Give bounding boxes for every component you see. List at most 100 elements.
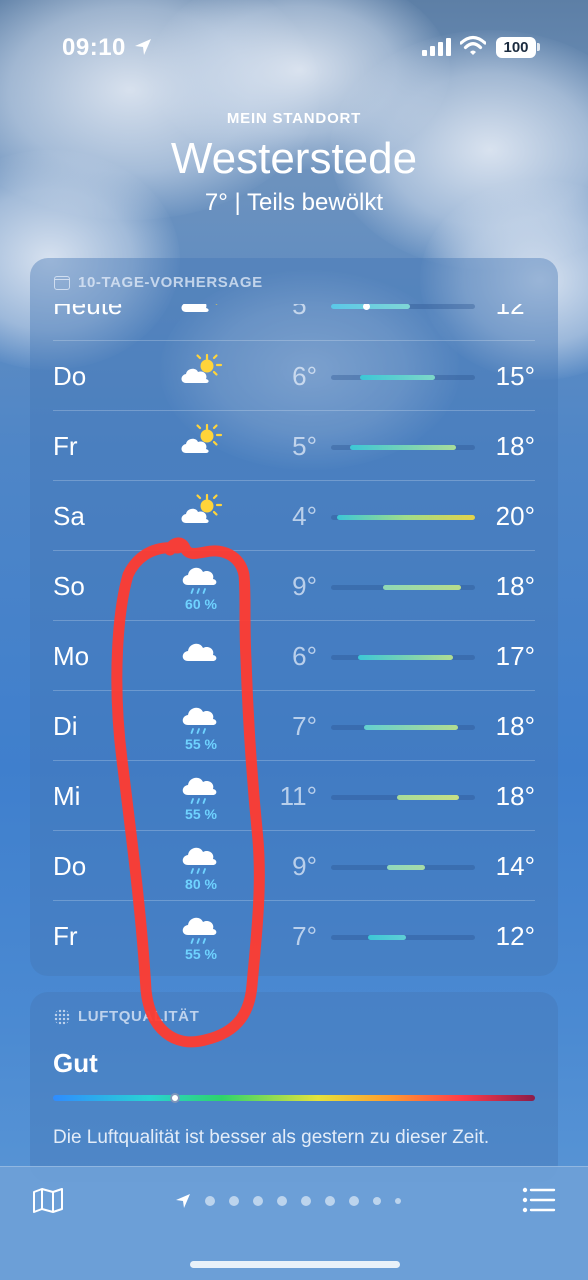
clock: 09:10	[62, 34, 126, 61]
precipitation-chance: 55 %	[185, 806, 217, 822]
temperature-range-bar	[331, 515, 475, 520]
forecast-day: Do	[53, 361, 87, 391]
high-temp: 20°	[495, 501, 535, 531]
forecast-row[interactable]: Heute 5° 12°	[53, 304, 535, 340]
forecast-row[interactable]: Sa 4° 20°	[53, 480, 535, 550]
forecast-row[interactable]: So 60 % 9° 18°	[53, 550, 535, 620]
low-temp: 11°	[279, 781, 317, 811]
precipitation-chance: 80 %	[185, 876, 217, 892]
page-dot[interactable]	[349, 1196, 359, 1206]
forecast-day: So	[53, 571, 85, 601]
temperature-range-fill	[349, 445, 457, 450]
forecast-day: Sa	[53, 501, 85, 531]
air-quality-card[interactable]: LUFTQUALITÄT Gut Die Luftqualität ist be…	[30, 992, 558, 1182]
location-label: MEIN STANDORT	[226, 110, 362, 127]
forecast-title: 10-TAGE-VORHERSAGE	[78, 274, 263, 291]
air-quality-value: Gut	[53, 1048, 98, 1078]
forecast-row[interactable]: Mi 55 % 11° 18°	[53, 760, 535, 830]
cellular-signal-icon	[422, 38, 451, 56]
rain-cloud-icon	[179, 773, 223, 807]
forecast-day: Mi	[53, 781, 81, 811]
city-name: Westerstede	[170, 134, 418, 183]
air-quality-description: Die Luftqualität ist besser als gestern …	[53, 1127, 490, 1148]
low-temp: 5°	[292, 431, 317, 461]
battery-tip	[537, 43, 540, 51]
low-temp: 6°	[292, 361, 317, 391]
air-quality-header: LUFTQUALITÄT	[54, 1008, 199, 1025]
forecast-day: Do	[53, 851, 87, 881]
current-location-icon	[176, 1194, 190, 1208]
forecast-day: Mo	[53, 641, 90, 671]
partly-sunny-icon	[179, 304, 223, 316]
low-temp: 4°	[292, 501, 317, 531]
low-temp: 6°	[292, 641, 317, 671]
current-condition: 7° | Teils bewölkt	[204, 189, 384, 216]
air-quality-marker	[170, 1093, 180, 1103]
forecast-row[interactable]: Fr 55 % 7° 12°	[53, 900, 535, 970]
low-temp: 9°	[292, 851, 317, 881]
page-dot[interactable]	[301, 1196, 311, 1206]
page-dot[interactable]	[205, 1196, 215, 1206]
temperature-range-fill	[336, 515, 475, 520]
temperature-range-fill	[397, 795, 460, 800]
temperature-range-fill	[358, 655, 454, 660]
temperature-range-bar	[331, 445, 475, 450]
high-temp: 18°	[495, 431, 535, 461]
page-dot[interactable]	[253, 1196, 263, 1206]
partly-sunny-icon	[179, 493, 223, 527]
page-dot[interactable]	[373, 1197, 381, 1205]
calendar-icon	[54, 275, 70, 290]
status-bar: 09:10 100	[0, 0, 588, 96]
high-temp: 18°	[495, 711, 535, 741]
temperature-range-bar	[331, 585, 475, 590]
page-dot[interactable]	[325, 1196, 335, 1206]
temperature-range-bar	[331, 935, 475, 940]
temperature-range-bar	[331, 725, 475, 730]
high-temp: 17°	[495, 641, 535, 671]
low-temp: 9°	[292, 571, 317, 601]
temperature-range-bar	[331, 304, 475, 310]
low-temp: 7°	[292, 921, 317, 951]
precipitation-chance: 55 %	[185, 946, 217, 962]
forecast-row[interactable]: Do 6° 15°	[53, 340, 535, 410]
temperature-range-bar	[331, 865, 475, 870]
map-icon[interactable]	[32, 1187, 64, 1213]
precipitation-chance: 60 %	[185, 596, 217, 612]
temperature-range-fill	[331, 304, 411, 309]
partly-sunny-icon	[179, 423, 223, 457]
temperature-range-fill	[387, 865, 425, 870]
high-temp: 18°	[495, 571, 535, 601]
high-temp: 12°	[495, 304, 535, 320]
page-dot[interactable]	[277, 1196, 287, 1206]
low-temp: 5°	[292, 304, 317, 320]
temperature-range-fill	[382, 585, 461, 590]
forecast-row[interactable]: Di 55 % 7° 18°	[53, 690, 535, 760]
temperature-range-fill	[359, 375, 435, 380]
air-quality-scale	[53, 1095, 535, 1101]
page-indicator[interactable]	[175, 1191, 401, 1211]
high-temp: 15°	[495, 361, 535, 391]
list-icon[interactable]	[522, 1187, 556, 1213]
current-temp-dot	[362, 304, 370, 310]
battery-indicator: 100	[496, 37, 536, 58]
air-quality-title: LUFTQUALITÄT	[78, 1008, 200, 1025]
home-indicator[interactable]	[190, 1261, 400, 1268]
temperature-range-bar	[331, 375, 475, 380]
rain-cloud-icon	[179, 563, 223, 597]
ten-day-forecast-card[interactable]: 10-TAGE-VORHERSAGE Heute 5° 12° Do 6° 15° Fr 5°…	[30, 258, 558, 976]
page-dot[interactable]	[395, 1198, 401, 1204]
forecast-list[interactable]: Heute 5° 12° Do 6° 15° Fr 5° 18° Sa 4° 20° So 60 % 9° 1…	[30, 304, 558, 976]
forecast-header: 10-TAGE-VORHERSAGE	[54, 274, 263, 291]
location-arrow-icon	[135, 39, 151, 55]
wifi-icon	[460, 35, 486, 55]
forecast-row[interactable]: Fr 5° 18°	[53, 410, 535, 480]
forecast-day: Di	[53, 711, 78, 741]
cloud-icon	[179, 633, 223, 667]
precipitation-chance: 55 %	[185, 736, 217, 752]
forecast-row[interactable]: Do 80 % 9° 14°	[53, 830, 535, 900]
rain-cloud-icon	[179, 843, 223, 877]
forecast-row[interactable]: Mo 6° 17°	[53, 620, 535, 690]
temperature-range-fill	[364, 725, 458, 730]
page-dot[interactable]	[229, 1196, 239, 1206]
temperature-range-fill	[368, 935, 406, 940]
